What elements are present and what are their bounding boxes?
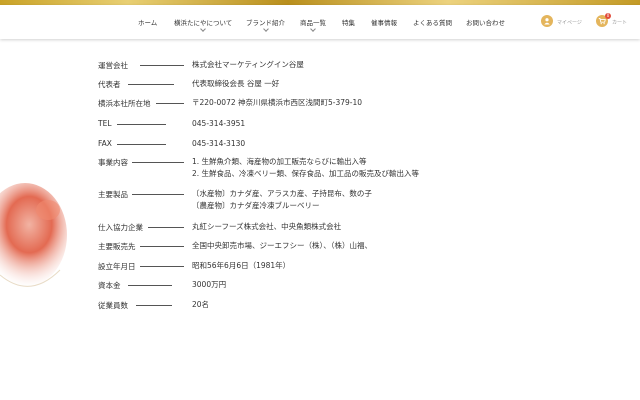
- row-value: 株式会社マーケティングイン谷屋: [192, 60, 304, 69]
- company-row: 資本金 3000万円: [98, 280, 618, 300]
- row-label: 設立年月日: [98, 262, 136, 271]
- row-label: TEL: [98, 119, 112, 128]
- row-value-2: 2. 生鮮食品、冷凍ベリー類、保存食品、加工品の販売及び輸出入等: [192, 169, 420, 178]
- row-value-1: 〔水産物〕カナダ産、アラスカ産、子持昆布、数の子: [192, 189, 372, 198]
- row-divider: [148, 227, 184, 228]
- company-row: 設立年月日 昭和56年6月6日（1981年）: [98, 261, 618, 281]
- row-label: 仕入協力企業: [98, 223, 143, 232]
- company-row: 代表者 代表取締役会長 谷屋 一好: [98, 79, 618, 99]
- company-row: 横浜本社所在地 〒220-0072 神奈川県横浜市西区浅間町5-379-10: [98, 98, 618, 118]
- row-label: 資本金: [98, 281, 121, 290]
- row-value-1: 1. 生鮮魚介類、海産物の加工販売ならびに輸出入等: [192, 157, 367, 166]
- row-label: 主要製品: [98, 190, 128, 199]
- row-label: 従業員数: [98, 301, 128, 310]
- row-value: 20名: [192, 300, 210, 309]
- row-value: 045-314-3951: [192, 119, 246, 128]
- row-value: 045-314-3130: [192, 139, 246, 148]
- row-label: 運営会社: [98, 61, 128, 70]
- company-row: 運営会社 株式会社マーケティングイン谷屋: [98, 60, 618, 80]
- company-row: 主要販売先 全国中央卸売市場、ジーエフシー（株）、（株）山福、: [98, 241, 618, 261]
- row-label: 代表者: [98, 80, 121, 89]
- company-row: 主要製品 〔水産物〕カナダ産、アラスカ産、子持昆布、数の子 〔農産物〕カナダ産冷…: [98, 189, 618, 215]
- company-row: TEL 045-314-3951: [98, 119, 618, 139]
- row-value: 全国中央卸売市場、ジーエフシー（株）、（株）山福、: [192, 241, 372, 250]
- row-label: FAX: [98, 139, 112, 148]
- row-divider: [140, 266, 184, 267]
- row-label: 事業内容: [98, 158, 128, 167]
- row-value: 昭和56年6月6日（1981年）: [192, 261, 291, 270]
- row-divider: [140, 246, 184, 247]
- company-row: 仕入協力企業 丸紅シーフーズ株式会社、中央魚類株式会社: [98, 222, 618, 242]
- row-value: 3000万円: [192, 280, 227, 289]
- row-value: 代表取締役会長 谷屋 一好: [192, 79, 280, 88]
- row-divider: [140, 65, 184, 66]
- row-divider: [128, 84, 174, 85]
- row-label: 横浜本社所在地: [98, 99, 151, 108]
- row-label: 主要販売先: [98, 242, 136, 251]
- row-divider: [117, 124, 166, 125]
- row-divider: [128, 285, 172, 286]
- row-divider: [156, 103, 184, 104]
- row-value: 丸紅シーフーズ株式会社、中央魚類株式会社: [192, 222, 342, 231]
- row-value: 〒220-0072 神奈川県横浜市西区浅間町5-379-10: [192, 98, 363, 107]
- row-divider: [117, 144, 166, 145]
- row-value-2: 〔農産物〕カナダ産冷凍ブルーベリー: [192, 201, 320, 210]
- company-row: 従業員数 20名: [98, 300, 618, 320]
- company-info-table: 運営会社 株式会社マーケティングイン谷屋 代表者 代表取締役会長 谷屋 一好 横…: [0, 0, 640, 400]
- company-row: 事業内容 1. 生鮮魚介類、海産物の加工販売ならびに輸出入等 2. 生鮮食品、冷…: [98, 157, 618, 183]
- row-divider: [136, 305, 172, 306]
- company-row: FAX 045-314-3130: [98, 139, 618, 159]
- row-divider: [132, 194, 184, 195]
- row-divider: [132, 162, 184, 163]
